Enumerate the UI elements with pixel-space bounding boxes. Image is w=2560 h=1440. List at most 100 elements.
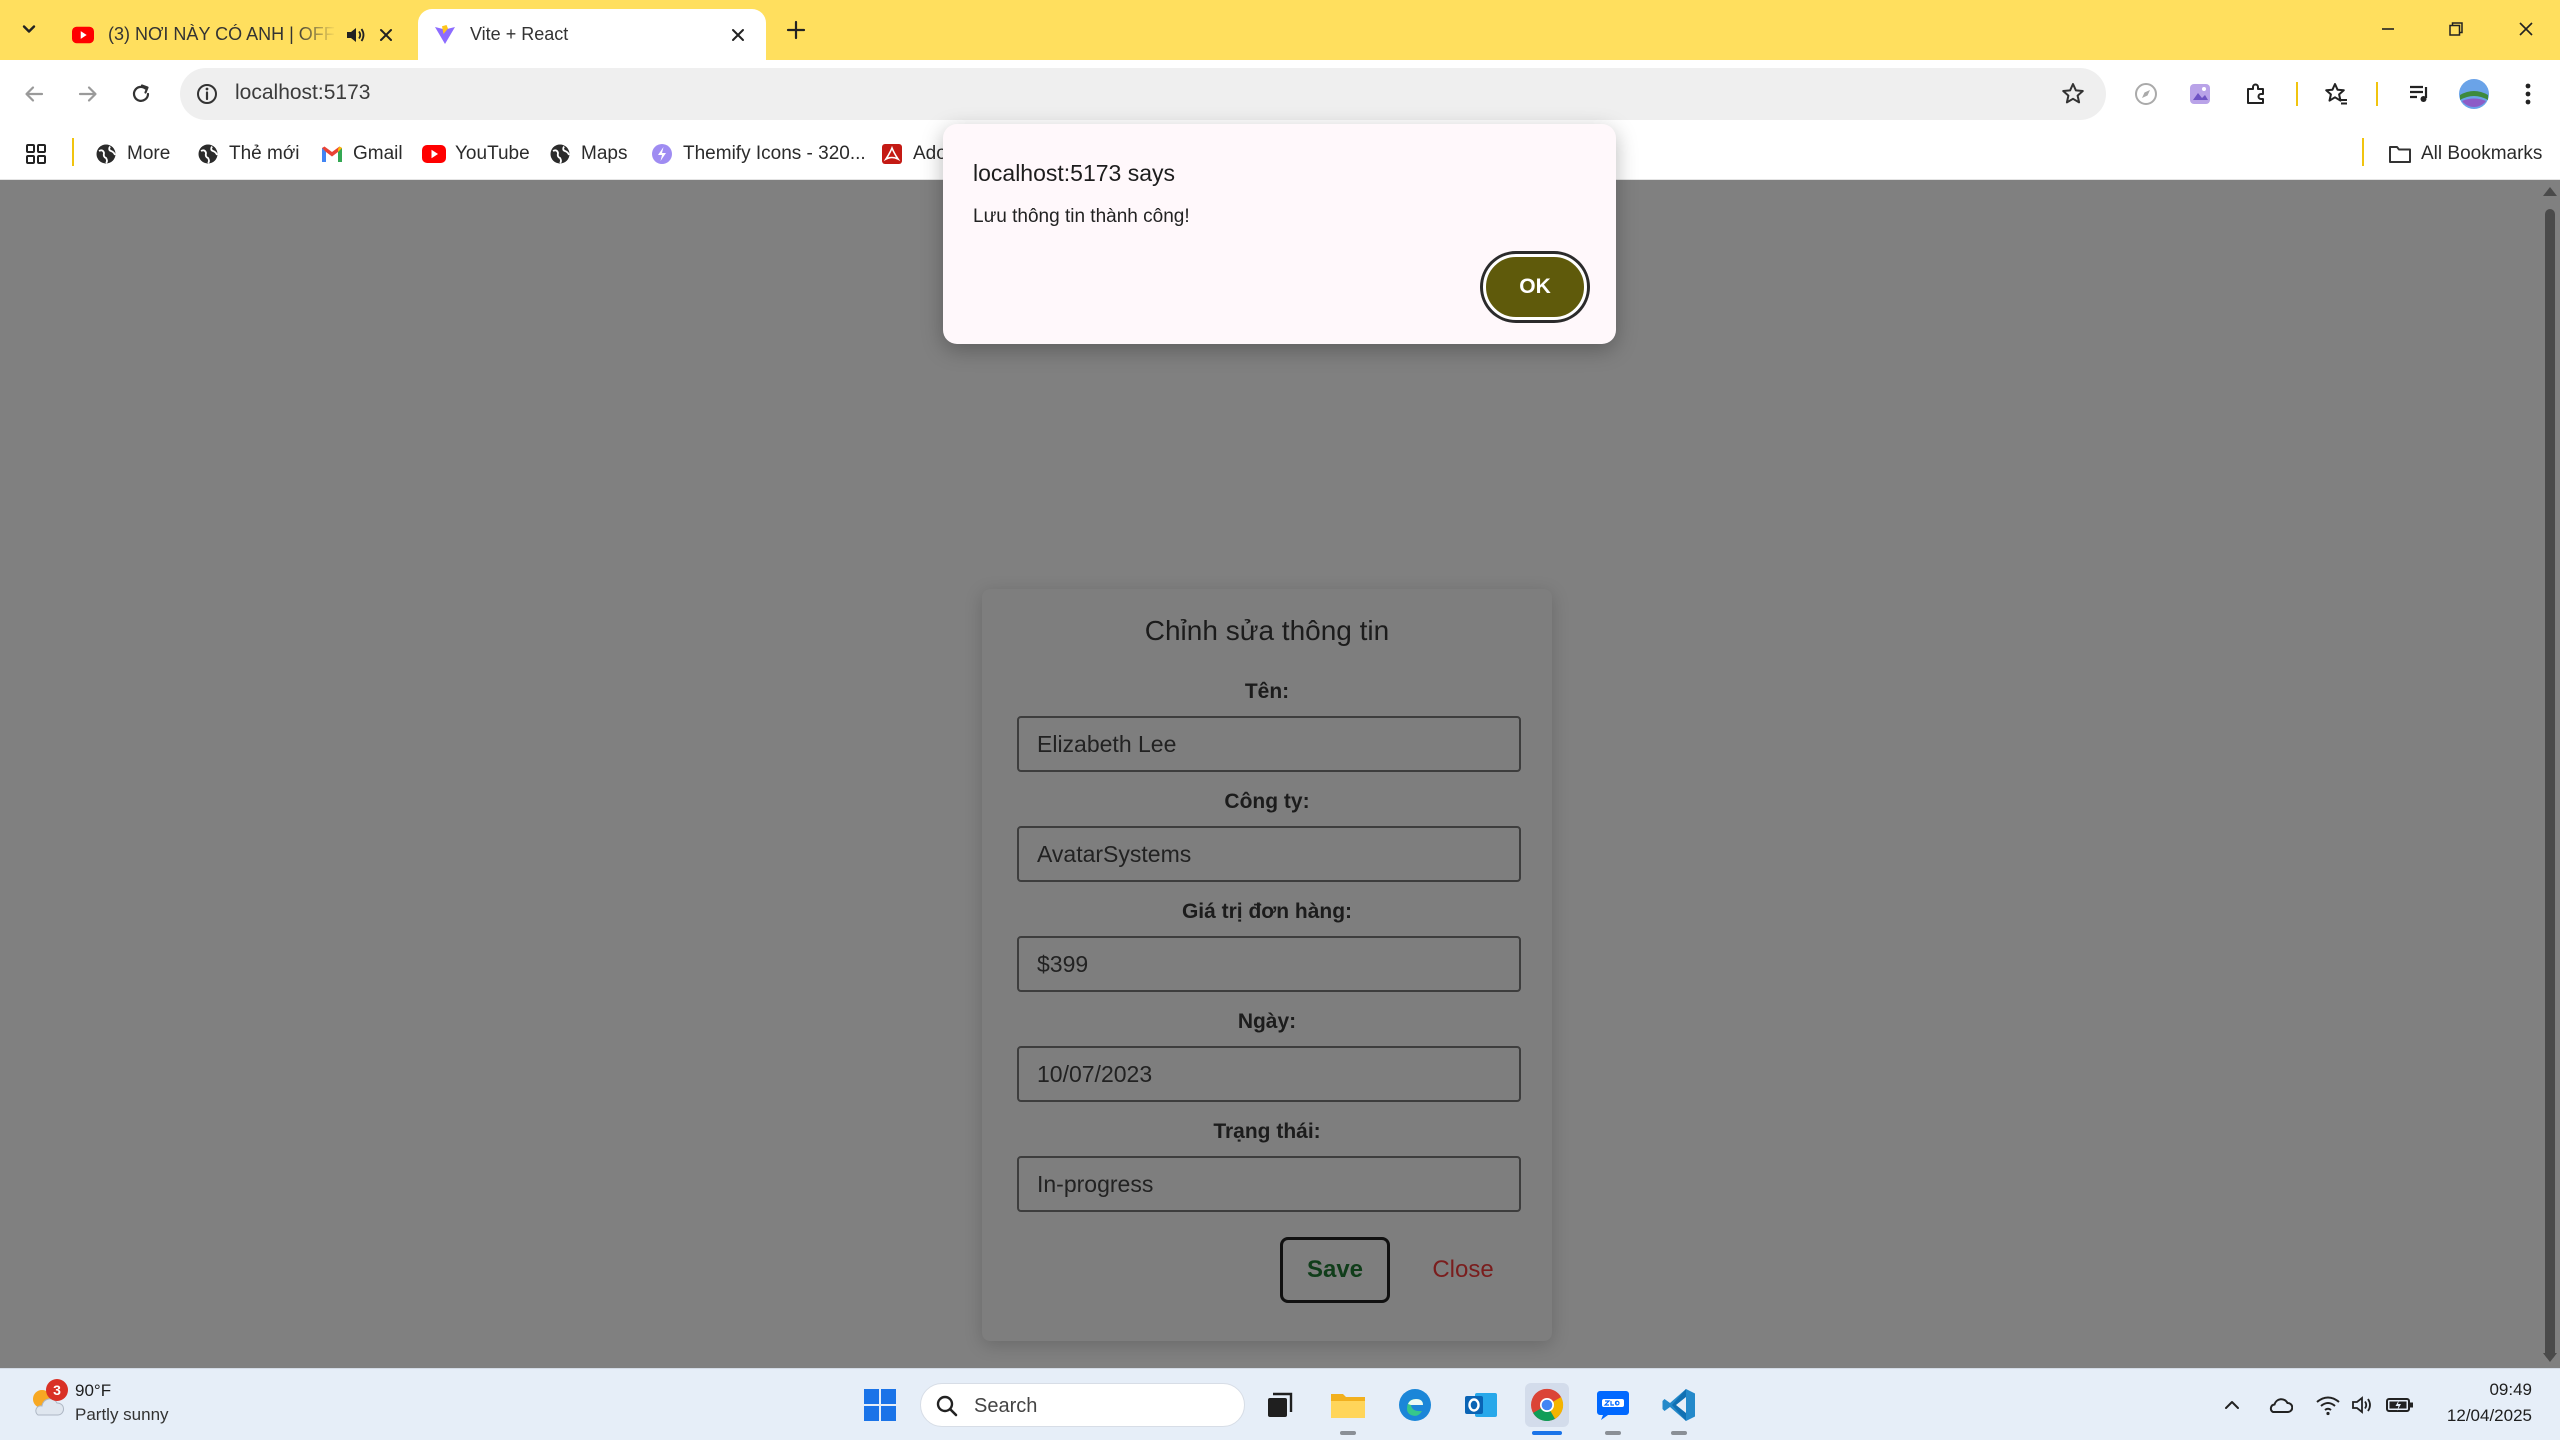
weather-temp: 90°F xyxy=(75,1381,112,1400)
battery-tray[interactable] xyxy=(2386,1391,2414,1419)
minimize-icon xyxy=(2380,21,2396,37)
favorites-button[interactable] xyxy=(2318,76,2354,112)
company-input[interactable] xyxy=(1017,826,1521,882)
speaker-icon[interactable] xyxy=(344,24,366,46)
weather-desc: Partly sunny xyxy=(75,1405,169,1424)
company-label: Công ty: xyxy=(1224,790,1310,813)
clock-time: 09:49 xyxy=(2489,1380,2532,1399)
page-scrollbar[interactable] xyxy=(2540,181,2560,1368)
battery-icon xyxy=(2386,1396,2414,1414)
edge-icon xyxy=(1397,1387,1433,1423)
address-bar[interactable]: localhost:5173 xyxy=(180,68,2106,120)
close-icon[interactable] xyxy=(726,23,750,47)
compass-icon xyxy=(2133,81,2159,107)
bookmark-maps[interactable]: Maps xyxy=(548,138,627,170)
star-list-icon xyxy=(2323,81,2349,107)
bookmark-label: Themify Icons - 320... xyxy=(683,143,866,164)
arrow-right-icon xyxy=(77,83,99,105)
bookmark-themify[interactable]: Themify Icons - 320... xyxy=(650,138,866,170)
avatar xyxy=(2458,78,2490,110)
bookmark-youtube[interactable]: YouTube xyxy=(422,138,530,170)
outlook-icon xyxy=(1463,1387,1499,1423)
kebab-menu-icon xyxy=(2524,82,2532,106)
taskbar-search[interactable]: Search xyxy=(920,1383,1245,1427)
vscode-icon xyxy=(1661,1387,1697,1423)
outlook-button[interactable] xyxy=(1459,1383,1503,1427)
close-button[interactable]: Close xyxy=(1408,1237,1518,1303)
volume-tray[interactable] xyxy=(2350,1391,2378,1419)
bookmark-label: YouTube xyxy=(455,143,530,164)
bookmark-more[interactable]: More xyxy=(94,138,170,170)
folder-icon xyxy=(1330,1390,1366,1420)
image-extension-icon xyxy=(2187,81,2213,107)
site-info-icon[interactable] xyxy=(194,81,220,107)
date-input[interactable] xyxy=(1017,1046,1521,1102)
running-indicator xyxy=(1340,1431,1356,1435)
wifi-tray[interactable] xyxy=(2314,1391,2342,1419)
file-explorer-button[interactable] xyxy=(1326,1383,1370,1427)
onedrive-tray[interactable] xyxy=(2266,1391,2294,1419)
globe-icon xyxy=(548,142,572,166)
tab-title: Vite + React xyxy=(470,24,569,44)
apps-button[interactable] xyxy=(24,138,57,170)
alert-title: localhost:5173 says xyxy=(973,160,1176,186)
extension-compass-button[interactable] xyxy=(2128,76,2164,112)
start-button[interactable] xyxy=(858,1383,902,1427)
star-icon[interactable] xyxy=(2060,81,2086,107)
edit-info-modal: Chỉnh sửa thông tin Tên: Công ty: Giá tr… xyxy=(982,589,1552,1341)
restore-button[interactable] xyxy=(2422,0,2490,58)
bookmark-the-moi[interactable]: Thẻ mới xyxy=(196,138,300,170)
status-input[interactable] xyxy=(1017,1156,1521,1212)
name-label: Tên: xyxy=(1244,680,1290,703)
reload-button[interactable] xyxy=(121,74,161,114)
wifi-icon xyxy=(2315,1394,2341,1416)
globe-icon xyxy=(196,142,220,166)
profile-button[interactable] xyxy=(2456,76,2492,112)
task-view-button[interactable] xyxy=(1258,1383,1302,1427)
back-button[interactable] xyxy=(14,74,54,114)
chrome-icon xyxy=(1529,1387,1565,1423)
extension-photo-button[interactable] xyxy=(2182,76,2218,112)
order-value-label: Giá trị đơn hàng: xyxy=(1181,900,1353,923)
youtube-icon xyxy=(422,142,446,166)
weather-badge: 3 xyxy=(46,1379,68,1401)
arrow-left-icon xyxy=(23,83,45,105)
tab-search-button[interactable] xyxy=(12,12,46,46)
forward-button[interactable] xyxy=(68,74,108,114)
toolbar-separator xyxy=(2376,82,2378,106)
windows-taskbar: 3 90°F Partly sunny Search 09:49 12/04/2… xyxy=(0,1368,2560,1440)
bookmark-adobe[interactable]: Ado xyxy=(880,138,947,170)
folder-icon xyxy=(2388,142,2412,166)
search-icon xyxy=(935,1394,959,1418)
scroll-up-arrow[interactable] xyxy=(2543,187,2557,196)
ok-button[interactable]: OK xyxy=(1483,254,1587,320)
all-bookmarks[interactable]: All Bookmarks xyxy=(2388,138,2542,170)
globe-icon xyxy=(94,142,118,166)
tray-overflow-button[interactable] xyxy=(2218,1391,2246,1419)
menu-button[interactable] xyxy=(2510,76,2546,112)
tab-youtube[interactable]: (3) NƠI NÀY CÓ ANH | OFFICIAL xyxy=(56,9,414,60)
window-close-button[interactable] xyxy=(2492,0,2560,58)
vscode-button[interactable] xyxy=(1657,1383,1701,1427)
edge-button[interactable] xyxy=(1393,1383,1437,1427)
scroll-thumb[interactable] xyxy=(2545,209,2555,1359)
search-placeholder: Search xyxy=(974,1395,1038,1417)
minimize-button[interactable] xyxy=(2354,0,2422,58)
close-icon xyxy=(2518,21,2534,37)
zalo-button[interactable] xyxy=(1591,1383,1635,1427)
order-value-input[interactable] xyxy=(1017,936,1521,992)
extensions-button[interactable] xyxy=(2238,76,2274,112)
save-button[interactable]: Save xyxy=(1280,1237,1390,1303)
speaker-icon xyxy=(2351,1394,2377,1416)
tab-vite-react[interactable]: Vite + React xyxy=(418,9,766,60)
scroll-down-arrow[interactable] xyxy=(2543,1353,2557,1362)
name-input[interactable] xyxy=(1017,716,1521,772)
themify-icon xyxy=(650,142,674,166)
close-icon[interactable] xyxy=(374,23,398,47)
chrome-button[interactable] xyxy=(1525,1383,1569,1427)
alert-dialog: localhost:5173 says Lưu thông tin thành … xyxy=(943,124,1616,344)
bookmark-gmail[interactable]: Gmail xyxy=(320,138,403,170)
new-tab-button[interactable] xyxy=(780,14,812,46)
zalo-icon xyxy=(1595,1387,1631,1423)
media-controls-button[interactable] xyxy=(2402,76,2438,112)
